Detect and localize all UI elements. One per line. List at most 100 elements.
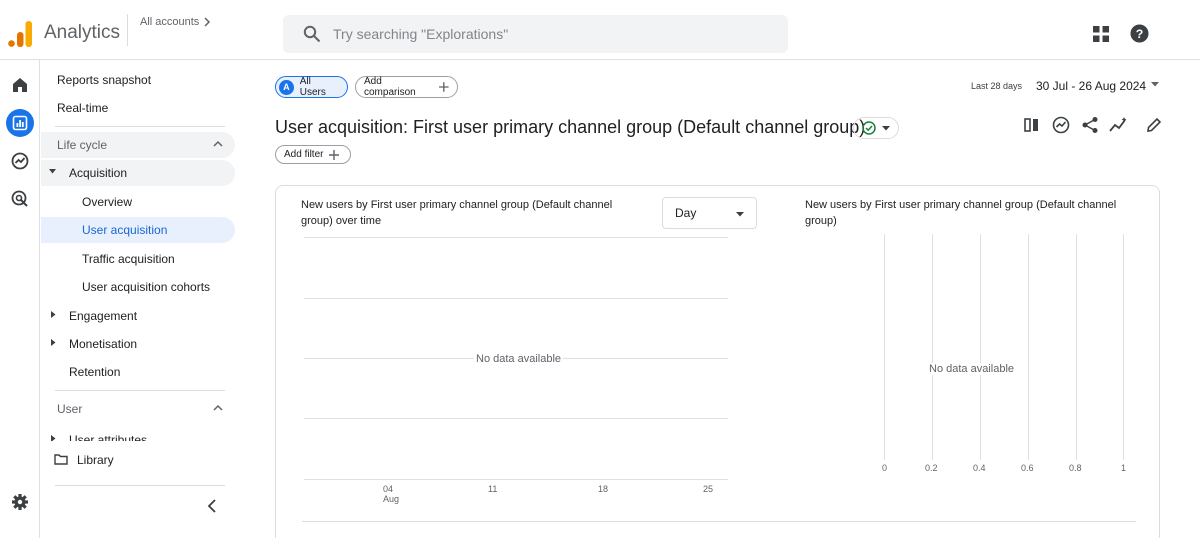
- help-icon[interactable]: ?: [1130, 24, 1149, 43]
- x-tick-label: 0.6: [1021, 463, 1034, 473]
- nav-reports-snapshot-label: Reports snapshot: [57, 73, 152, 87]
- bar-chart-title: New users by First user primary channel …: [805, 199, 1117, 227]
- report-status-button[interactable]: [853, 117, 899, 139]
- nav-user-acquisition[interactable]: User acquisition: [41, 217, 235, 243]
- customize-report-icon[interactable]: [1023, 116, 1041, 134]
- search-bar[interactable]: [283, 15, 788, 53]
- all-accounts-label: All accounts: [140, 16, 200, 28]
- caret-right-icon: [51, 311, 56, 318]
- chevron-right-icon: [204, 17, 211, 27]
- main-content: A All Users Add comparison Last 28 days …: [241, 60, 1200, 538]
- nav-acquisition[interactable]: Acquisition: [41, 160, 235, 186]
- nav-overview-label: Overview: [82, 195, 133, 209]
- compare-trends-icon[interactable]: [1109, 116, 1129, 134]
- x-tick-label: 11: [488, 484, 498, 494]
- nav-library-label: Library: [77, 453, 114, 467]
- chart-gridline: [932, 234, 933, 460]
- granularity-value: Day: [675, 206, 697, 220]
- add-comparison-button[interactable]: Add comparison: [355, 76, 458, 98]
- plus-icon: [329, 149, 340, 160]
- insights-icon[interactable]: [1052, 116, 1070, 134]
- share-icon[interactable]: [1081, 116, 1099, 134]
- check-circle-icon: [862, 121, 876, 135]
- x-tick-label: 0: [882, 463, 888, 473]
- add-filter-button[interactable]: Add filter: [275, 145, 351, 164]
- nav-user-acquisition-cohorts-label: User acquisition cohorts: [82, 280, 211, 294]
- add-filter-label: Add filter: [284, 149, 324, 160]
- nav-retention[interactable]: Retention: [41, 359, 235, 385]
- all-accounts-link[interactable]: All accounts: [140, 16, 211, 28]
- collapse-nav-icon[interactable]: [207, 499, 217, 513]
- nav-traffic-acquisition[interactable]: Traffic acquisition: [41, 246, 235, 272]
- nav-reports-snapshot[interactable]: Reports snapshot: [41, 67, 235, 93]
- top-bar: Analytics All accounts ?: [0, 0, 1200, 60]
- nav-user-label: User: [57, 402, 83, 416]
- explore-icon: [11, 152, 29, 170]
- nav-user-attributes[interactable]: User attributes: [41, 427, 235, 441]
- analytics-logo-icon[interactable]: [8, 21, 32, 47]
- segment-chip-all-users[interactable]: A All Users: [275, 76, 348, 98]
- reports-button[interactable]: [6, 109, 34, 137]
- caret-down-icon: [736, 212, 744, 217]
- nav-monetisation[interactable]: Monetisation: [41, 331, 235, 357]
- caret-down-icon[interactable]: [1151, 82, 1159, 87]
- chart-gridline: [1076, 234, 1077, 460]
- nav-engagement[interactable]: Engagement: [41, 303, 235, 329]
- x-tick-label: 04 Aug: [383, 484, 399, 504]
- nav-engagement-label: Engagement: [69, 309, 138, 323]
- chevron-up-icon: [213, 140, 223, 147]
- x-tick-label: 0.8: [1069, 463, 1082, 473]
- date-range-picker[interactable]: 30 Jul - 26 Aug 2024: [1036, 79, 1146, 93]
- line-chart-title: New users by First user primary channel …: [301, 199, 613, 227]
- x-tick-month: Aug: [383, 494, 400, 504]
- chevron-up-icon: [213, 404, 223, 411]
- nav-user-attributes-clip: User attributes: [41, 427, 235, 441]
- x-tick-label: 0.4: [973, 463, 986, 473]
- apps-grid-icon[interactable]: [1093, 26, 1109, 42]
- x-tick-label: 1: [1121, 463, 1127, 473]
- nav-user-acquisition-label: User acquisition: [82, 223, 168, 237]
- advertising-icon: [11, 190, 28, 207]
- nav-section-lifecycle[interactable]: Life cycle: [41, 132, 235, 158]
- plus-icon: [439, 82, 449, 92]
- nav-section-user[interactable]: User: [41, 396, 235, 422]
- nav-realtime-label: Real-time: [57, 101, 109, 115]
- nav-acquisition-label: Acquisition: [69, 166, 128, 180]
- left-rail: [0, 60, 40, 538]
- nav-library[interactable]: Library: [41, 447, 235, 473]
- nav-divider: [55, 126, 225, 127]
- x-tick-value: 04: [383, 484, 394, 494]
- nav-traffic-acquisition-label: Traffic acquisition: [82, 252, 175, 266]
- bar-chart-no-data: No data available: [927, 363, 1017, 375]
- home-button[interactable]: [6, 71, 34, 99]
- nav-user-acquisition-cohorts[interactable]: User acquisition cohorts: [41, 274, 235, 300]
- x-tick-label: 18: [598, 484, 609, 494]
- nav-lifecycle-label: Life cycle: [57, 138, 108, 152]
- chart-gridline: [304, 298, 728, 299]
- nav-divider: [55, 390, 225, 391]
- x-tick-label: 0.2: [925, 463, 938, 473]
- caret-right-icon: [51, 339, 56, 346]
- folder-icon: [54, 454, 68, 465]
- caret-down-icon: [882, 125, 890, 130]
- nav-monetisation-label: Monetisation: [69, 337, 138, 351]
- chart-gridline: [1028, 234, 1029, 460]
- advertising-button[interactable]: [6, 185, 34, 213]
- chart-gridline: [1123, 234, 1124, 460]
- edit-pencil-icon[interactable]: [1145, 116, 1163, 134]
- app-title[interactable]: Analytics: [44, 22, 120, 44]
- caret-right-icon: [51, 435, 56, 441]
- granularity-select[interactable]: Day: [662, 197, 757, 229]
- search-input[interactable]: [333, 15, 773, 53]
- line-chart-no-data: No data available: [474, 353, 564, 365]
- nav-realtime[interactable]: Real-time: [41, 95, 235, 121]
- chart-gridline: [304, 237, 728, 238]
- admin-settings-button[interactable]: [6, 488, 34, 516]
- date-range-label: Last 28 days: [971, 81, 1023, 91]
- nav-overview[interactable]: Overview: [41, 189, 235, 215]
- segment-label: All Users: [299, 76, 326, 98]
- explore-button[interactable]: [6, 147, 34, 175]
- add-comparison-label: Add comparison: [364, 76, 416, 98]
- report-card: New users by First user primary channel …: [275, 185, 1160, 538]
- segment-avatar: A: [279, 79, 294, 95]
